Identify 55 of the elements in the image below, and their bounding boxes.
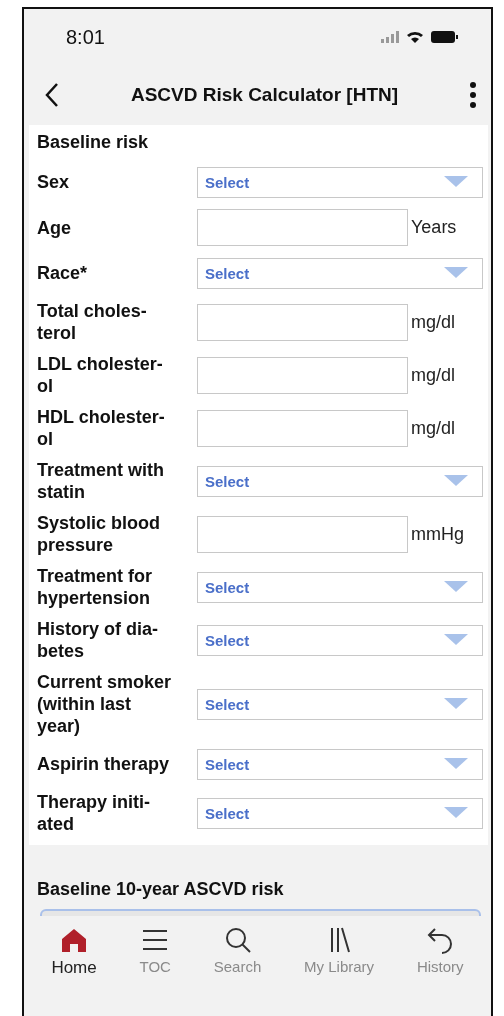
undo-arrow-icon bbox=[426, 926, 455, 954]
input-field[interactable] bbox=[197, 515, 408, 553]
select-dropdown[interactable]: Select bbox=[197, 748, 483, 780]
dropdown-triangle-icon bbox=[444, 267, 468, 279]
tab-item[interactable]: TOC bbox=[135, 924, 175, 984]
more-menu-button[interactable] bbox=[467, 79, 479, 111]
select-dropdown[interactable]: Select bbox=[197, 571, 483, 603]
field-label: Race* bbox=[37, 262, 89, 284]
select-dropdown[interactable]: Select bbox=[197, 797, 483, 829]
unit-label: mg/dl bbox=[411, 364, 455, 386]
field-label: Systolic blood pressure bbox=[37, 512, 161, 556]
unit-label: mg/dl bbox=[411, 417, 455, 439]
page-title: ASCVD Risk Calculator [HTN] bbox=[129, 84, 400, 106]
dropdown-triangle-icon bbox=[444, 698, 468, 710]
field-label: Sex bbox=[37, 171, 71, 193]
field-label: Current smoker (within last year) bbox=[37, 671, 173, 737]
field-label: Treatment for hypertension bbox=[37, 565, 154, 609]
dropdown-triangle-icon bbox=[444, 475, 468, 487]
tab-item[interactable]: My Library bbox=[300, 924, 379, 984]
dropdown-triangle-icon bbox=[444, 176, 468, 188]
field-label: Aspirin therapy bbox=[37, 753, 171, 775]
dropdown-triangle-icon bbox=[444, 807, 468, 819]
input-field[interactable] bbox=[197, 356, 408, 394]
unit-label: Years bbox=[411, 217, 457, 238]
field-label: HDL cholester- ol bbox=[37, 406, 166, 450]
tab-item[interactable]: History bbox=[412, 924, 468, 984]
dropdown-triangle-icon bbox=[444, 634, 468, 646]
field-label: Total choles- terol bbox=[37, 300, 148, 344]
field-label: History of dia- betes bbox=[37, 618, 159, 662]
search-icon bbox=[223, 926, 252, 954]
select-dropdown[interactable]: Select bbox=[197, 166, 483, 198]
status-time: 8:01 bbox=[66, 25, 105, 49]
unit-label: mmHg bbox=[411, 523, 464, 545]
section-title: Baseline risk bbox=[37, 131, 150, 154]
dropdown-triangle-icon bbox=[444, 581, 468, 593]
field-label: Age bbox=[37, 216, 72, 239]
wifi-icon bbox=[406, 30, 424, 44]
field-label: Therapy initi- ated bbox=[37, 791, 151, 835]
result-title: Baseline 10-year ASCVD risk bbox=[37, 878, 285, 901]
input-field[interactable] bbox=[197, 209, 408, 246]
input-field[interactable] bbox=[197, 409, 408, 447]
select-dropdown[interactable]: Select bbox=[197, 465, 483, 497]
signal-icon bbox=[381, 31, 399, 43]
field-label: LDL cholester- ol bbox=[37, 353, 164, 397]
select-dropdown[interactable]: Select bbox=[197, 688, 483, 720]
select-dropdown[interactable]: Select bbox=[197, 257, 483, 289]
tab-item[interactable]: Home bbox=[47, 924, 101, 984]
battery-icon bbox=[431, 30, 459, 44]
dropdown-triangle-icon bbox=[444, 758, 468, 770]
input-field[interactable] bbox=[197, 303, 408, 341]
select-dropdown[interactable]: Select bbox=[197, 624, 483, 656]
unit-label: mg/dl bbox=[411, 311, 455, 333]
home-icon bbox=[60, 926, 89, 954]
field-label: Treatment with statin bbox=[37, 459, 166, 503]
tab-item[interactable]: Search bbox=[209, 924, 266, 984]
